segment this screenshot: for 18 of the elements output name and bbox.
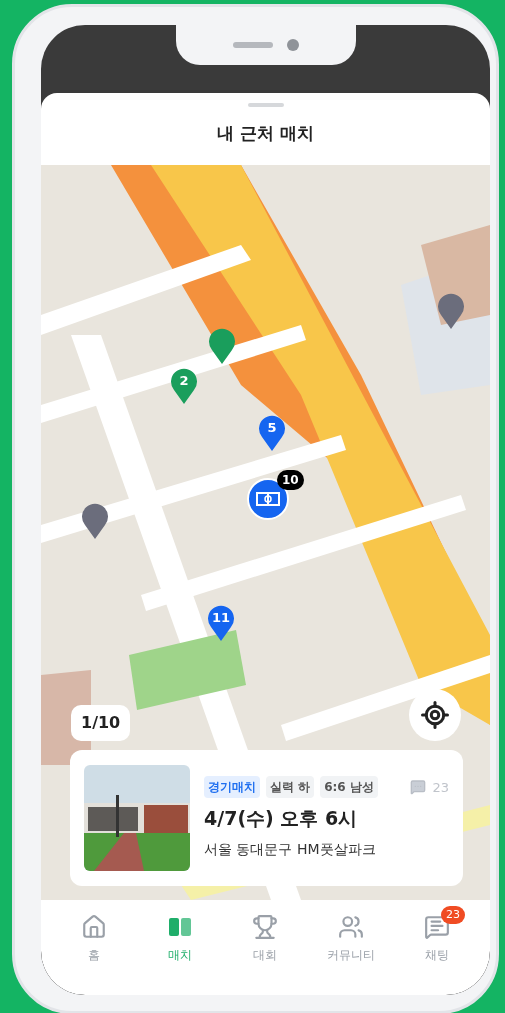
unread-badge: 23	[441, 906, 466, 924]
speaker-icon	[232, 42, 273, 48]
tab[interactable]: 커뮤니티	[313, 906, 390, 964]
sheet-title: 내 근처 매치	[217, 122, 314, 145]
tab-icon	[80, 914, 107, 940]
tab-label: 매치	[167, 947, 192, 964]
tab-label: 커뮤니티	[327, 947, 376, 964]
tab[interactable]: 23 채팅	[399, 906, 476, 964]
camera-icon	[286, 39, 299, 51]
tab-icon	[338, 914, 365, 940]
tab-label: 홈	[87, 947, 100, 964]
drag-handle[interactable]	[247, 103, 284, 107]
tab-label: 대회	[253, 947, 278, 964]
tab-label: 채팅	[425, 947, 450, 964]
tab[interactable]: 매치	[141, 906, 218, 964]
tab[interactable]: 대회	[227, 906, 304, 964]
tab-icon	[252, 914, 279, 940]
tab[interactable]: 홈	[55, 906, 132, 964]
